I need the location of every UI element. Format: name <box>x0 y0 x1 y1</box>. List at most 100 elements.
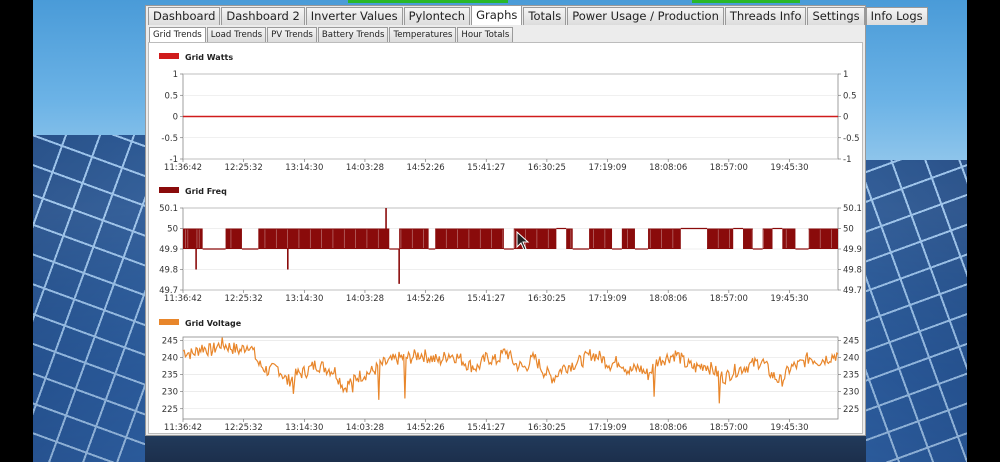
subtab-temperatures[interactable]: Temperatures <box>389 27 457 43</box>
x-tick-label: 16:30:25 <box>528 163 566 173</box>
x-tick-label: 19:45:30 <box>770 294 808 304</box>
tab-dashboard[interactable]: Dashboard <box>148 7 221 25</box>
y-tick-label: 0.5 <box>164 91 178 101</box>
tab-settings[interactable]: Settings <box>807 7 865 25</box>
y-tick-label: 50 <box>167 225 178 235</box>
right-letterbox <box>967 0 1000 462</box>
x-tick-label: 15:41:27 <box>467 163 505 173</box>
x-tick-label: 14:52:26 <box>406 294 444 304</box>
charts-svg: Grid Watts1 10.5 0.50 0-0.5 -0.5-1 -111:36:42… <box>159 53 862 433</box>
y-tick-label: -0.5 <box>161 134 178 144</box>
x-tick-label: 14:03:28 <box>346 163 384 173</box>
y-tick-label-right: 235 <box>843 371 859 381</box>
tab-dashboard-2[interactable]: Dashboard 2 <box>221 7 305 25</box>
x-tick-label: 19:45:30 <box>770 163 808 173</box>
freq-band <box>762 228 773 249</box>
y-tick-label-right: -1 <box>843 155 851 165</box>
y-tick-label-right: 240 <box>843 354 859 364</box>
chart-grid-voltage: Grid Voltage 245 245 240 240 235 235 230 230 225 2… <box>159 319 859 433</box>
y-tick-label-right: 49.8 <box>843 266 862 276</box>
main-tab-bar: Dashboard Dashboard 2 Inverter Values Pylon… <box>148 5 929 25</box>
top-status-bar-right <box>692 0 800 3</box>
tab-info-logs[interactable]: Info Logs <box>865 7 928 25</box>
chart-grid-watts: Grid Watts1 10.5 0.50 0-0.5 -0.5-1 -111:36:42… <box>159 53 860 173</box>
chart-grid-freq: Grid Freq 50.1 50.1 50 50 49.9 49.9 49.8 49.8 49.… <box>159 187 862 304</box>
top-status-bar-left <box>348 0 508 3</box>
x-tick-label: 18:57:00 <box>710 163 748 173</box>
freq-band <box>399 228 429 249</box>
x-tick-label: 12:25:32 <box>225 163 263 173</box>
legend-label: Grid Watts <box>185 53 233 62</box>
y-tick-label-right: 230 <box>843 388 859 398</box>
x-tick-label: 14:03:28 <box>346 294 384 304</box>
solar-panel-image-left <box>33 135 145 462</box>
tab-power-usage-production[interactable]: Power Usage / Production <box>567 7 724 25</box>
x-tick-label: 17:19:09 <box>588 423 626 433</box>
x-tick-label: 11:36:42 <box>164 163 202 173</box>
x-tick-label: 13:14:30 <box>285 163 323 173</box>
mouse-cursor-icon <box>516 231 530 251</box>
y-tick-label-right: 49.9 <box>843 245 862 255</box>
y-tick-label-right: -0.5 <box>843 134 860 144</box>
y-tick-label-right: 225 <box>843 405 859 415</box>
left-letterbox <box>0 0 33 462</box>
y-tick-label-right: 245 <box>843 336 859 346</box>
freq-band <box>782 228 796 249</box>
x-tick-label: 13:14:30 <box>285 294 323 304</box>
x-tick-label: 16:30:25 <box>528 294 566 304</box>
y-tick-label-right: 50 <box>843 225 854 235</box>
x-tick-label: 19:45:30 <box>770 423 808 433</box>
graphs-window: Dashboard Dashboard 2 Inverter Values Pylon… <box>145 5 928 436</box>
freq-band <box>648 228 681 249</box>
x-tick-label: 18:57:00 <box>710 423 748 433</box>
freq-band <box>589 228 613 249</box>
freq-band <box>225 228 242 249</box>
x-tick-label: 18:08:06 <box>649 294 687 304</box>
plot-frame <box>182 336 839 420</box>
subtab-battery-trends[interactable]: Battery Trends <box>317 27 389 43</box>
x-tick-label: 14:52:26 <box>406 163 444 173</box>
freq-band <box>621 228 635 249</box>
x-tick-label: 17:19:09 <box>588 163 626 173</box>
y-tick-label: 245 <box>162 336 178 346</box>
legend-label: Grid Voltage <box>185 319 242 328</box>
x-tick-label: 15:41:27 <box>467 423 505 433</box>
tab-pylontech[interactable]: Pylontech <box>403 7 471 25</box>
tab-threads-info[interactable]: Threads Info <box>724 7 807 25</box>
y-tick-label: 235 <box>162 371 178 381</box>
subtab-grid-trends[interactable]: Grid Trends <box>149 27 206 43</box>
tab-totals[interactable]: Totals <box>523 7 567 25</box>
y-tick-label: 49.8 <box>159 266 178 276</box>
y-tick-label-right: 1 <box>843 70 848 80</box>
subtab-load-trends[interactable]: Load Trends <box>206 27 267 43</box>
x-tick-label: 13:14:30 <box>285 423 323 433</box>
tab-inverter-values[interactable]: Inverter Values <box>305 7 403 25</box>
freq-band <box>183 228 203 249</box>
freq-band <box>435 228 504 249</box>
subtab-pv-trends[interactable]: PV Trends <box>267 27 317 43</box>
y-tick-label: 49.9 <box>159 245 178 255</box>
y-tick-label: 0 <box>173 113 178 123</box>
legend-label: Grid Freq <box>185 187 227 196</box>
x-tick-label: 14:52:26 <box>406 423 444 433</box>
x-tick-label: 18:08:06 <box>649 163 687 173</box>
freq-band <box>566 228 573 249</box>
x-tick-label: 18:08:06 <box>649 423 687 433</box>
y-tick-label-right: 0 <box>843 113 848 123</box>
y-tick-label-right: 50.1 <box>843 204 862 214</box>
tab-graphs[interactable]: Graphs <box>471 5 523 25</box>
plot-area: Grid Watts 1 1 0.5 0.5 0 0 -0.5 -0.5 -1 -1 11:36:42… <box>148 42 863 434</box>
x-tick-label: 14:03:28 <box>346 423 384 433</box>
x-tick-label: 15:41:27 <box>467 294 505 304</box>
y-tick-label-right: 49.7 <box>843 286 862 296</box>
subtab-hour-totals[interactable]: Hour Totals <box>457 27 514 43</box>
legend-swatch <box>159 187 179 193</box>
legend-swatch <box>159 319 179 325</box>
y-tick-label: 240 <box>162 354 178 364</box>
x-tick-label: 17:19:09 <box>588 294 626 304</box>
sub-tab-bar: Grid Trends Load Trends PV Trends Battery T… <box>149 27 514 43</box>
solar-panel-image-right <box>866 160 967 462</box>
freq-band <box>743 228 753 249</box>
series-line <box>182 337 839 404</box>
legend-swatch <box>159 53 179 59</box>
